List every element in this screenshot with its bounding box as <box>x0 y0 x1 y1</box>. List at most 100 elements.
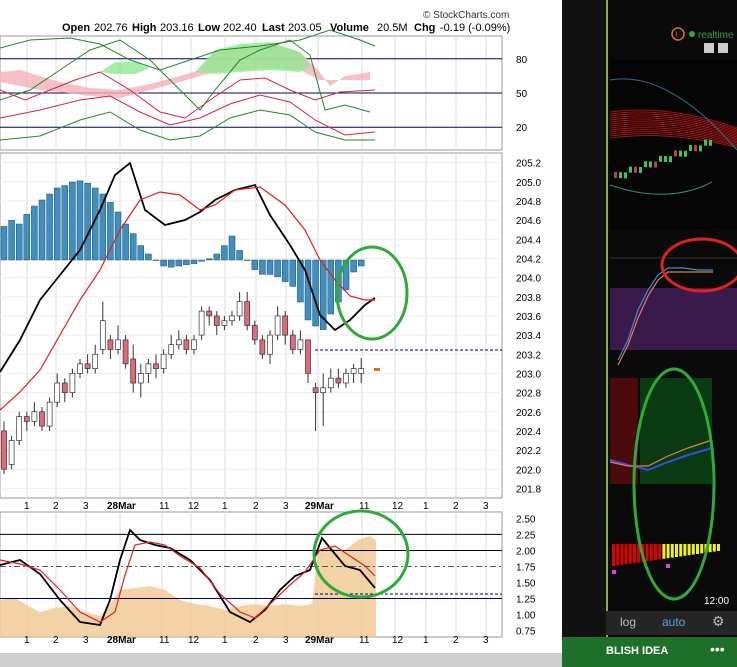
histogram-bar-37 <box>281 259 289 282</box>
histogram-bar-9 <box>69 181 76 261</box>
alert-icon[interactable] <box>671 27 685 41</box>
x-axis-label-6: 1 <box>222 501 228 512</box>
candle-body-14 <box>107 339 114 350</box>
last-label: Last <box>262 22 285 34</box>
scale-toggle-b[interactable] <box>718 43 728 53</box>
price-tick-label-13: 202.6 <box>516 408 541 419</box>
rt-oscillator-bar-25 <box>717 544 720 551</box>
candle-body-17 <box>130 358 137 384</box>
rt-oscillator-bar-24 <box>712 544 716 552</box>
stockcharts-panel: Open 202.76 High 203.16 Low 202.40 Last … <box>0 0 563 653</box>
x-axis-label-2: 3 <box>83 501 89 512</box>
lower-tick-label-5: 1.25 <box>516 595 536 606</box>
rt-candle-4 <box>634 166 637 173</box>
rt-marker-b <box>666 564 670 568</box>
open-label: Open <box>62 22 90 34</box>
price-tick-label-11: 203.0 <box>516 369 541 380</box>
candle-body-15 <box>115 339 121 350</box>
rt-candle-7 <box>649 161 652 168</box>
x-axis-label-bottom-5: 12 <box>188 635 200 646</box>
candle-body-41 <box>312 387 319 393</box>
rt-oscillator-bar-11 <box>658 544 662 560</box>
divider-gutter[interactable] <box>562 0 606 667</box>
lower-tick-label-3: 1.75 <box>516 562 536 573</box>
candle-body-33 <box>251 325 258 341</box>
x-axis-label-1: 2 <box>53 501 59 512</box>
stoch-tick-label-2: 20 <box>516 123 528 134</box>
price-tick-label-15: 202.2 <box>516 446 541 457</box>
last-price-marker <box>374 368 380 371</box>
histogram-bar-5 <box>38 199 46 261</box>
price-tick-label-5: 204.2 <box>516 254 541 265</box>
x-axis-label-4: 11 <box>159 501 170 512</box>
histogram-bar-7 <box>53 187 61 261</box>
banner-label[interactable]: BLISH IDEA <box>606 645 668 657</box>
chart-canvas: Open 202.76 High 203.16 Low 202.40 Last … <box>0 10 541 646</box>
price-tick-label-2: 204.8 <box>516 197 541 208</box>
histogram-bar-29 <box>221 245 228 261</box>
lower-tick-label-6: 1.00 <box>516 611 536 622</box>
x-axis-label-bottom-9: 29Mar <box>305 635 334 646</box>
x-axis-label-bottom-8: 3 <box>283 635 289 646</box>
x-axis-label-0: 1 <box>24 501 30 512</box>
chg-value: -0.19 (-0.09%) <box>440 22 510 34</box>
low-label: Low <box>198 22 220 34</box>
x-axis-label-bottom-3: 28Mar <box>107 635 136 646</box>
x-axis-label-9: 29Mar <box>305 501 334 512</box>
rt-candle-8 <box>654 161 657 168</box>
price-tick-label-4: 204.4 <box>516 235 541 246</box>
histogram-bar-2 <box>15 223 23 261</box>
price-tick-label-16: 202.0 <box>516 465 541 476</box>
rt-oscillator-bar-4 <box>628 544 632 564</box>
candle-body-27 <box>206 310 213 317</box>
candle-body-31 <box>236 301 243 317</box>
candle-body-25 <box>191 339 197 350</box>
price-tick-label-12: 202.8 <box>516 389 541 400</box>
candle-body-13 <box>99 320 106 350</box>
candle-body-9 <box>69 373 76 393</box>
rt-oscillator-bar-17 <box>683 544 687 556</box>
rt-oscillator-bar-3 <box>624 544 628 565</box>
high-value: 203.16 <box>160 22 194 34</box>
candle-body-38 <box>289 334 296 350</box>
candle-body-16 <box>122 339 129 365</box>
x-axis-label-bottom-13: 2 <box>453 635 459 646</box>
candle-body-12 <box>92 353 99 369</box>
histogram-bar-3 <box>23 214 31 261</box>
gear-icon[interactable]: ⚙ <box>712 613 725 630</box>
histogram-bar-1 <box>8 220 15 261</box>
candle-body-6 <box>46 401 53 427</box>
x-axis-label-8: 3 <box>283 501 289 512</box>
candle-body-5 <box>39 411 45 427</box>
lower-tick-label-2: 2.00 <box>516 546 536 557</box>
bottom-strip <box>0 653 562 667</box>
scale-toggle-a[interactable] <box>704 43 714 53</box>
histogram-bar-38 <box>289 259 297 287</box>
x-axis-label-5: 12 <box>188 501 200 512</box>
rt-oscillator-bar-13 <box>666 544 670 559</box>
histogram-bar-6 <box>46 193 53 261</box>
realtime-label: realtime <box>698 30 734 41</box>
rt-candle-13 <box>679 150 682 157</box>
histogram-bar-31 <box>236 250 243 261</box>
rt-candle-0 <box>614 172 617 178</box>
more-icon[interactable]: ••• <box>710 641 725 657</box>
histogram-bar-14 <box>107 202 114 261</box>
histogram-bar-17 <box>129 233 137 261</box>
x-axis-label-12: 1 <box>423 501 429 512</box>
realtime-chart-canvas: ! realtime 12:00 <box>609 27 737 607</box>
price-tick-label-14: 202.4 <box>516 427 541 438</box>
histogram-bar-40 <box>304 259 312 321</box>
histogram-bar-16 <box>122 223 129 261</box>
histogram-bar-21 <box>160 259 167 267</box>
x-axis-label-bottom-6: 1 <box>222 635 228 646</box>
x-axis-label-bottom-0: 1 <box>24 635 30 646</box>
lower-tick-label-1: 2.25 <box>516 530 536 541</box>
auto-button[interactable]: auto <box>662 615 685 629</box>
price-tick-label-6: 204.0 <box>516 274 541 285</box>
log-button[interactable]: log <box>620 615 636 629</box>
candle-body-3 <box>23 416 30 422</box>
histogram-bar-0 <box>0 226 8 261</box>
high-label: High <box>132 22 157 34</box>
x-axis-label-bottom-10: 11 <box>359 635 370 646</box>
